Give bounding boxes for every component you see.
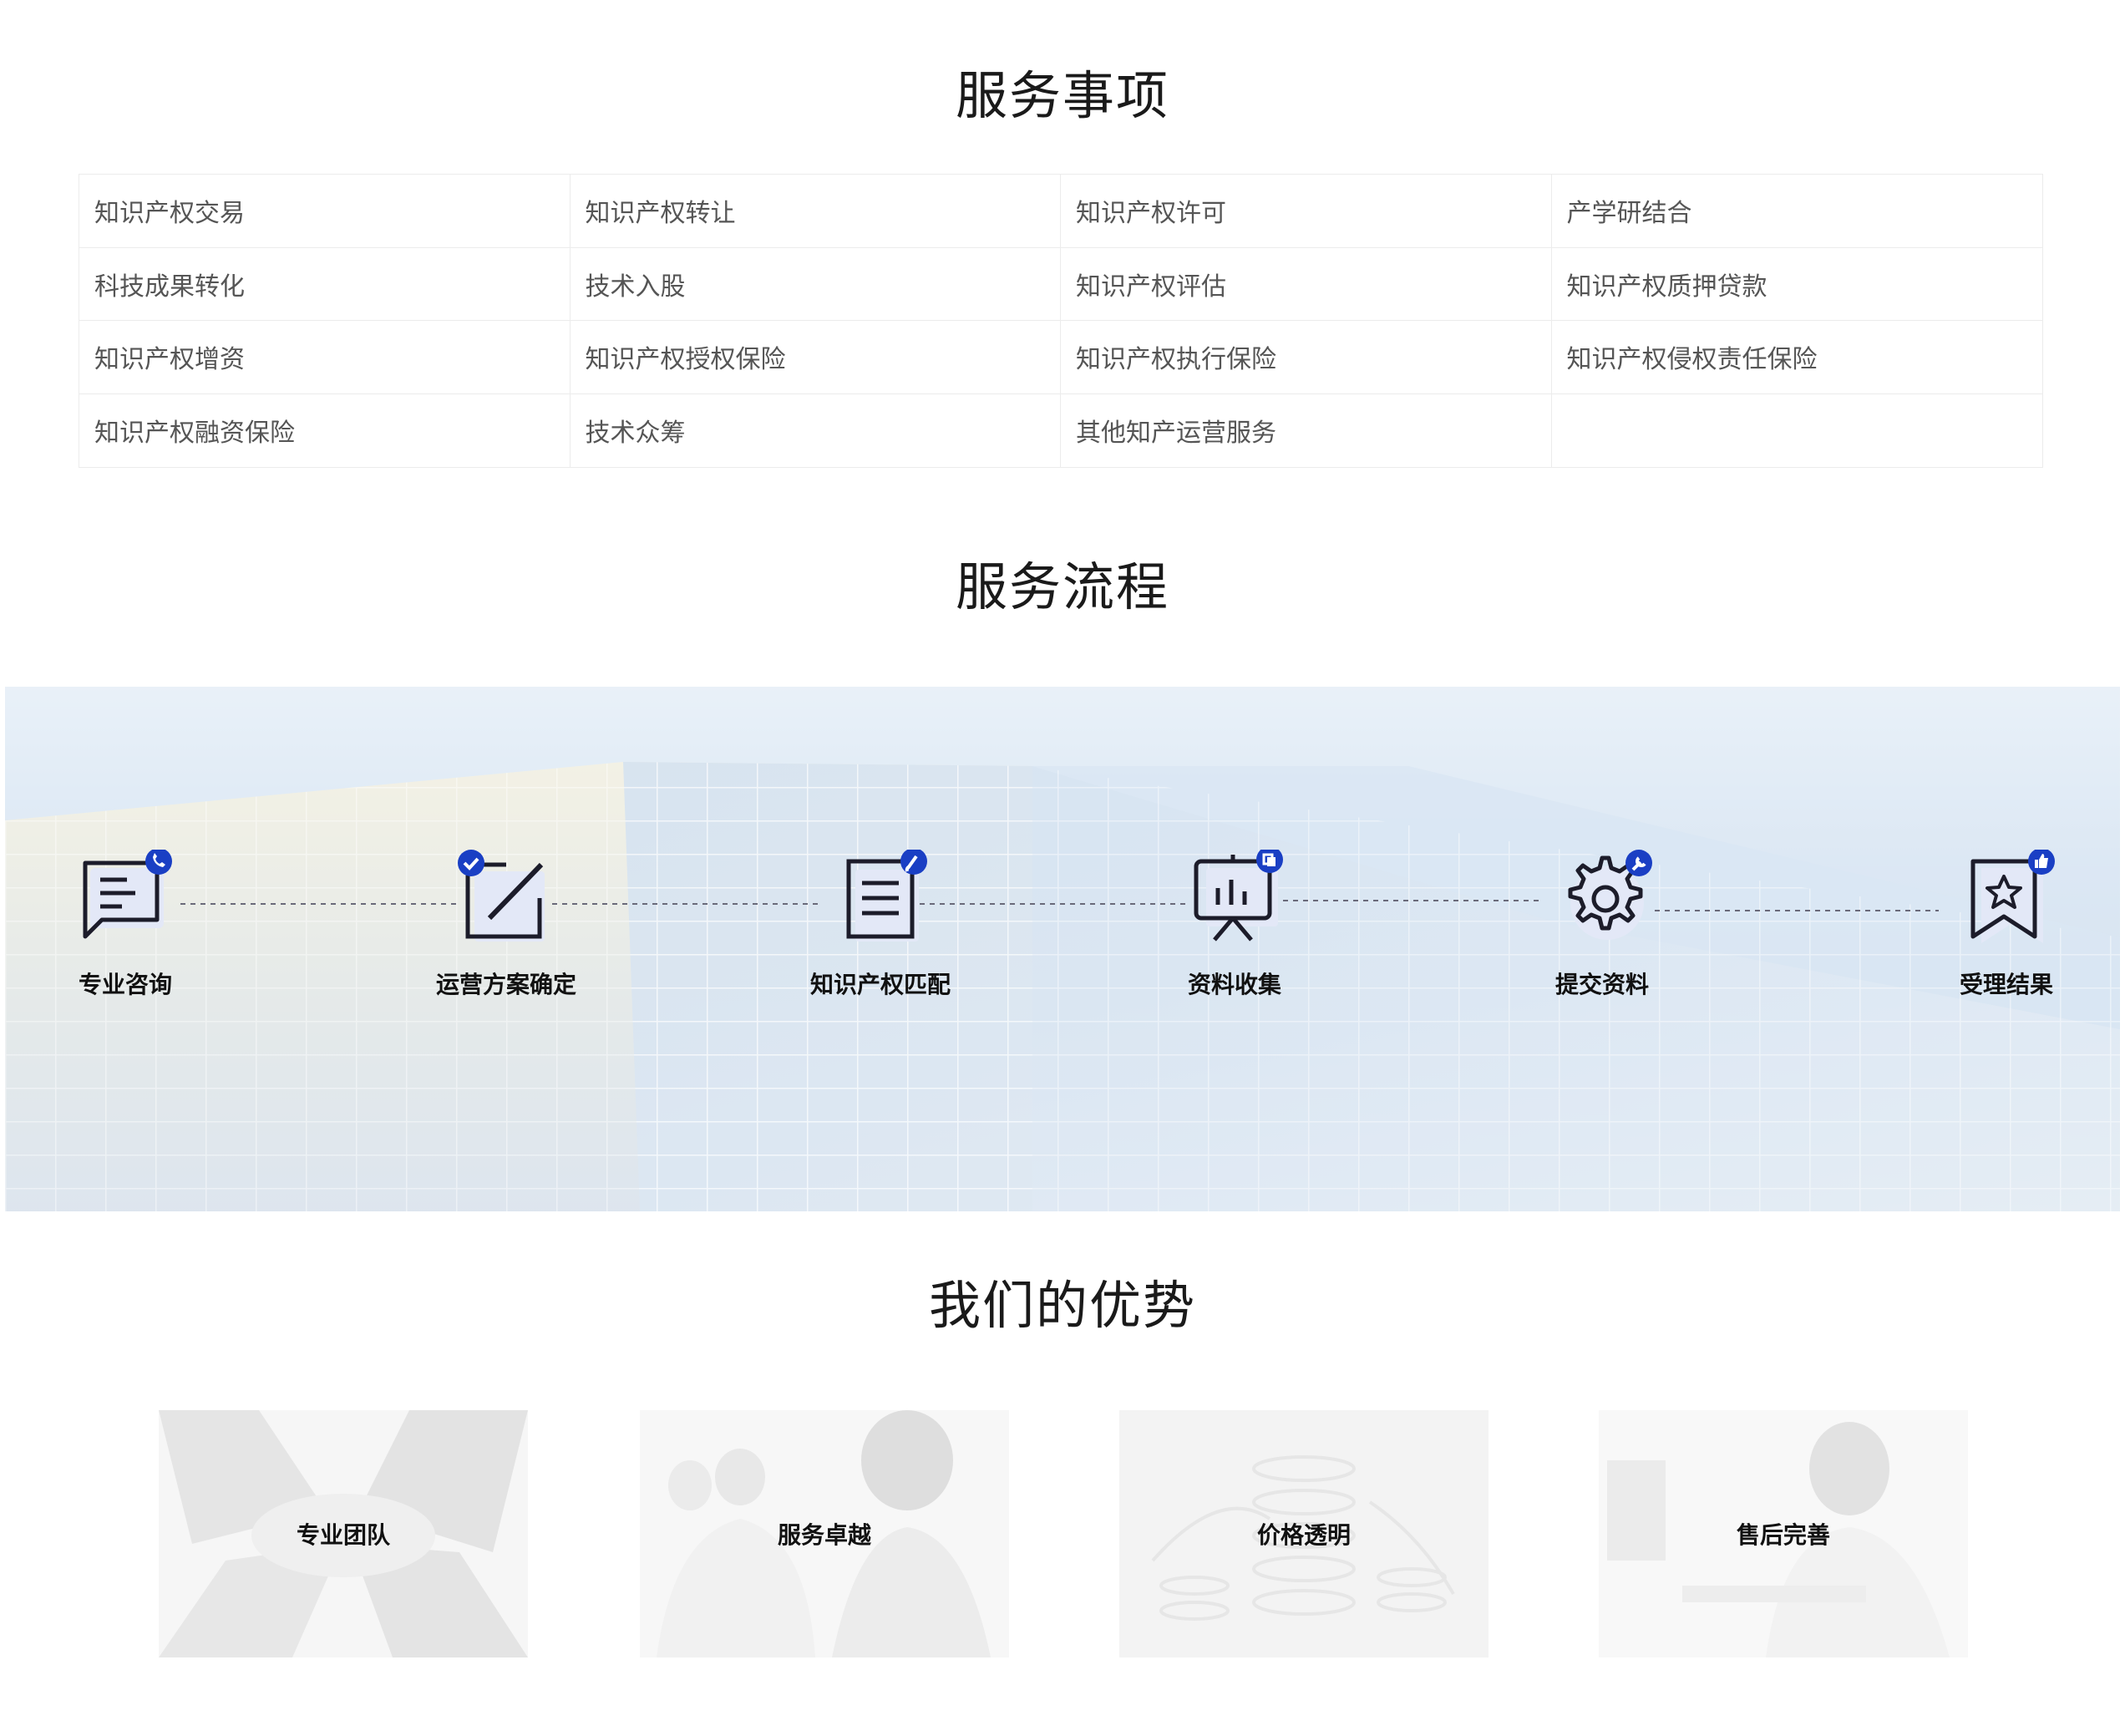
advantage-label: 专业团队 [296,1521,390,1549]
advantage-label: 价格透明 [1256,1521,1351,1549]
process-step-6: 受理结果 [1898,848,2115,1000]
gear-wrench-icon [1552,850,1652,950]
process-step-label: 专业咨询 [78,971,172,998]
service-item[interactable]: 知识产权增资 [79,321,571,394]
service-item[interactable]: 知识产权授权保险 [570,321,1061,394]
process-step-label: 提交资料 [1554,971,1649,998]
process-step-label: 受理结果 [1959,971,2053,998]
advantage-card-3[interactable]: 价格透明 [1119,1410,1489,1657]
process-step-1: 专业咨询 [17,848,234,1000]
service-item[interactable]: 知识产权执行保险 [1061,321,1552,394]
process-step-label: 知识产权匹配 [809,971,951,998]
service-item[interactable]: 知识产权转让 [570,175,1061,248]
service-item[interactable]: 知识产权评估 [1061,247,1552,321]
process-step-3: 知识产权匹配 [772,848,989,1000]
services-title: 服务事项 [955,65,1169,126]
services-grid: 知识产权交易 知识产权转让 知识产权许可 产学研结合 科技成果转化 技术入股 知… [79,174,2043,468]
service-item[interactable]: 知识产权交易 [79,175,571,248]
chat-phone-icon [75,848,175,950]
service-item-empty [1552,394,2043,468]
service-item[interactable]: 技术入股 [570,247,1061,321]
advantage-label: 服务卓越 [777,1521,871,1549]
edit-check-icon [456,850,556,950]
document-brush-icon [830,848,931,950]
service-item[interactable]: 技术众筹 [571,393,1061,467]
advantage-card-4[interactable]: 售后完善 [1599,1410,1968,1657]
process-step-label: 资料收集 [1187,971,1281,998]
process-band: 专业咨询 运营方案确定 知识产权匹配 资料收集 提交资料 受理结果 [5,687,2120,1211]
process-title: 服务流程 [955,556,1169,617]
service-item[interactable]: 其他知产运营服务 [1061,393,1552,467]
process-step-label: 运营方案确定 [435,971,576,998]
building-background-image [5,687,2120,1211]
process-step-5: 提交资料 [1494,850,1711,1000]
process-step-2: 运营方案确定 [398,850,615,1000]
advantage-label: 售后完善 [1736,1521,1830,1549]
service-item[interactable]: 知识产权质押贷款 [1551,248,2042,321]
service-item[interactable]: 产学研结合 [1551,175,2042,248]
service-item[interactable]: 知识产权侵权责任保险 [1551,321,2042,394]
service-item[interactable]: 知识产权许可 [1061,175,1552,248]
advantage-card-1[interactable]: 专业团队 [159,1410,528,1657]
service-item[interactable]: 知识产权融资保险 [79,393,571,467]
process-step-4: 资料收集 [1126,846,1343,1000]
bookmark-star-icon [1956,848,2057,950]
advantages-title: 我们的优势 [928,1275,1196,1336]
presentation-chart-icon [1184,846,1285,950]
advantage-card-2[interactable]: 服务卓越 [640,1410,1009,1657]
service-item[interactable]: 科技成果转化 [79,247,571,321]
